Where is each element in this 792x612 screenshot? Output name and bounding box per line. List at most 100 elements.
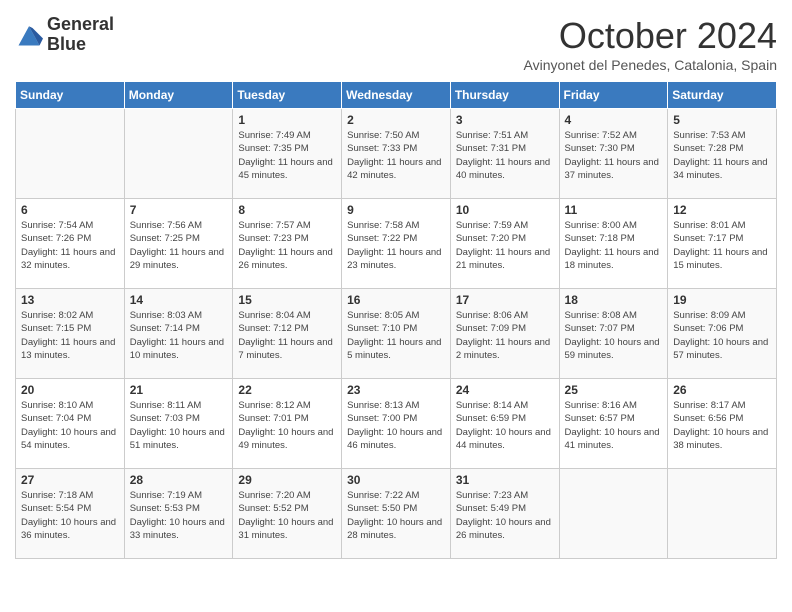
day-number: 15 [238, 293, 336, 307]
day-info: Sunrise: 8:11 AMSunset: 7:03 PMDaylight:… [130, 399, 228, 452]
logo-icon [15, 21, 43, 49]
calendar-table: SundayMondayTuesdayWednesdayThursdayFrid… [15, 81, 777, 559]
day-number: 3 [456, 113, 554, 127]
calendar-header: SundayMondayTuesdayWednesdayThursdayFrid… [16, 82, 777, 109]
calendar-cell [668, 469, 777, 559]
column-header-wednesday: Wednesday [342, 82, 451, 109]
day-info: Sunrise: 7:20 AMSunset: 5:52 PMDaylight:… [238, 489, 336, 542]
calendar-cell: 9 Sunrise: 7:58 AMSunset: 7:22 PMDaylight… [342, 199, 451, 289]
calendar-cell: 17 Sunrise: 8:06 AMSunset: 7:09 PMDayligh… [450, 289, 559, 379]
column-header-thursday: Thursday [450, 82, 559, 109]
day-info: Sunrise: 8:02 AMSunset: 7:15 PMDaylight:… [21, 309, 119, 362]
month-title: October 2024 [524, 15, 777, 57]
calendar-cell: 30 Sunrise: 7:22 AMSunset: 5:50 PMDayligh… [342, 469, 451, 559]
day-info: Sunrise: 8:16 AMSunset: 6:57 PMDaylight:… [565, 399, 663, 452]
day-number: 21 [130, 383, 228, 397]
calendar-cell: 5Sunrise: 7:53 AMSunset: 7:28 PMDaylight… [668, 109, 777, 199]
calendar-cell: 25 Sunrise: 8:16 AMSunset: 6:57 PMDayligh… [559, 379, 668, 469]
column-header-tuesday: Tuesday [233, 82, 342, 109]
calendar-week-1: 1Sunrise: 7:49 AMSunset: 7:35 PMDaylight… [16, 109, 777, 199]
calendar-week-3: 13Sunrise: 8:02 AMSunset: 7:15 PMDayligh… [16, 289, 777, 379]
day-info: Sunrise: 8:05 AMSunset: 7:10 PMDaylight:… [347, 309, 445, 362]
day-info: Sunrise: 7:49 AMSunset: 7:35 PMDaylight:… [238, 129, 336, 182]
column-header-sunday: Sunday [16, 82, 125, 109]
day-number: 7 [130, 203, 228, 217]
calendar-cell: 21 Sunrise: 8:11 AMSunset: 7:03 PMDayligh… [124, 379, 233, 469]
day-number: 30 [347, 473, 445, 487]
day-info: Sunrise: 8:14 AMSunset: 6:59 PMDaylight:… [456, 399, 554, 452]
title-block: October 2024 Avinyonet del Penedes, Cata… [524, 15, 777, 73]
logo-text: General Blue [47, 15, 114, 55]
day-number: 14 [130, 293, 228, 307]
logo: General Blue [15, 15, 114, 55]
calendar-cell: 24Sunrise: 8:14 AMSunset: 6:59 PMDayligh… [450, 379, 559, 469]
day-info: Sunrise: 8:12 AMSunset: 7:01 PMDaylight:… [238, 399, 336, 452]
day-info: Sunrise: 8:17 AMSunset: 6:56 PMDaylight:… [673, 399, 771, 452]
day-info: Sunrise: 7:59 AMSunset: 7:20 PMDaylight:… [456, 219, 554, 272]
day-number: 17 [456, 293, 554, 307]
day-info: Sunrise: 7:19 AMSunset: 5:53 PMDaylight:… [130, 489, 228, 542]
calendar-cell: 20 Sunrise: 8:10 AMSunset: 7:04 PMDayligh… [16, 379, 125, 469]
day-info: Sunrise: 7:54 AMSunset: 7:26 PMDaylight:… [21, 219, 119, 272]
location-subtitle: Avinyonet del Penedes, Catalonia, Spain [524, 57, 777, 73]
calendar-cell: 12 Sunrise: 8:01 AMSunset: 7:17 PMDayligh… [668, 199, 777, 289]
day-number: 8 [238, 203, 336, 217]
day-number: 22 [238, 383, 336, 397]
calendar-cell: 19 Sunrise: 8:09 AMSunset: 7:06 PMDayligh… [668, 289, 777, 379]
calendar-cell: 31Sunrise: 7:23 AMSunset: 5:49 PMDayligh… [450, 469, 559, 559]
calendar-cell: 1Sunrise: 7:49 AMSunset: 7:35 PMDaylight… [233, 109, 342, 199]
calendar-week-5: 27 Sunrise: 7:18 AMSunset: 5:54 PMDayligh… [16, 469, 777, 559]
day-info: Sunrise: 8:10 AMSunset: 7:04 PMDaylight:… [21, 399, 119, 452]
day-number: 20 [21, 383, 119, 397]
day-number: 9 [347, 203, 445, 217]
day-info: Sunrise: 7:58 AMSunset: 7:22 PMDaylight:… [347, 219, 445, 272]
day-number: 29 [238, 473, 336, 487]
day-number: 19 [673, 293, 771, 307]
day-number: 10 [456, 203, 554, 217]
day-info: Sunrise: 7:52 AMSunset: 7:30 PMDaylight:… [565, 129, 663, 182]
column-header-friday: Friday [559, 82, 668, 109]
calendar-week-4: 20 Sunrise: 8:10 AMSunset: 7:04 PMDayligh… [16, 379, 777, 469]
calendar-cell: 4 Sunrise: 7:52 AMSunset: 7:30 PMDaylight… [559, 109, 668, 199]
day-number: 2 [347, 113, 445, 127]
day-info: Sunrise: 7:22 AMSunset: 5:50 PMDaylight:… [347, 489, 445, 542]
day-info: Sunrise: 8:04 AMSunset: 7:12 PMDaylight:… [238, 309, 336, 362]
day-info: Sunrise: 7:51 AMSunset: 7:31 PMDaylight:… [456, 129, 554, 182]
day-number: 28 [130, 473, 228, 487]
calendar-cell: 11Sunrise: 8:00 AMSunset: 7:18 PMDayligh… [559, 199, 668, 289]
day-number: 11 [565, 203, 663, 217]
day-number: 23 [347, 383, 445, 397]
column-header-saturday: Saturday [668, 82, 777, 109]
day-number: 26 [673, 383, 771, 397]
day-info: Sunrise: 7:53 AMSunset: 7:28 PMDaylight:… [673, 129, 771, 182]
day-info: Sunrise: 7:50 AMSunset: 7:33 PMDaylight:… [347, 129, 445, 182]
calendar-cell: 7 Sunrise: 7:56 AMSunset: 7:25 PMDaylight… [124, 199, 233, 289]
day-number: 12 [673, 203, 771, 217]
column-header-monday: Monday [124, 82, 233, 109]
day-info: Sunrise: 7:56 AMSunset: 7:25 PMDaylight:… [130, 219, 228, 272]
page-header: General Blue October 2024 Avinyonet del … [15, 15, 777, 73]
calendar-cell: 14 Sunrise: 8:03 AMSunset: 7:14 PMDayligh… [124, 289, 233, 379]
day-info: Sunrise: 7:18 AMSunset: 5:54 PMDaylight:… [21, 489, 119, 542]
calendar-cell: 22 Sunrise: 8:12 AMSunset: 7:01 PMDayligh… [233, 379, 342, 469]
day-info: Sunrise: 8:03 AMSunset: 7:14 PMDaylight:… [130, 309, 228, 362]
day-info: Sunrise: 8:06 AMSunset: 7:09 PMDaylight:… [456, 309, 554, 362]
calendar-cell [559, 469, 668, 559]
calendar-cell: 8Sunrise: 7:57 AMSunset: 7:23 PMDaylight… [233, 199, 342, 289]
day-number: 4 [565, 113, 663, 127]
calendar-cell [124, 109, 233, 199]
day-number: 27 [21, 473, 119, 487]
calendar-body: 1Sunrise: 7:49 AMSunset: 7:35 PMDaylight… [16, 109, 777, 559]
day-number: 25 [565, 383, 663, 397]
calendar-cell [16, 109, 125, 199]
day-info: Sunrise: 8:13 AMSunset: 7:00 PMDaylight:… [347, 399, 445, 452]
calendar-week-2: 6Sunrise: 7:54 AMSunset: 7:26 PMDaylight… [16, 199, 777, 289]
day-info: Sunrise: 8:09 AMSunset: 7:06 PMDaylight:… [673, 309, 771, 362]
calendar-cell: 13Sunrise: 8:02 AMSunset: 7:15 PMDayligh… [16, 289, 125, 379]
day-info: Sunrise: 8:01 AMSunset: 7:17 PMDaylight:… [673, 219, 771, 272]
calendar-cell: 10 Sunrise: 7:59 AMSunset: 7:20 PMDayligh… [450, 199, 559, 289]
calendar-cell: 3 Sunrise: 7:51 AMSunset: 7:31 PMDaylight… [450, 109, 559, 199]
day-number: 18 [565, 293, 663, 307]
calendar-cell: 23 Sunrise: 8:13 AMSunset: 7:00 PMDayligh… [342, 379, 451, 469]
day-number: 16 [347, 293, 445, 307]
